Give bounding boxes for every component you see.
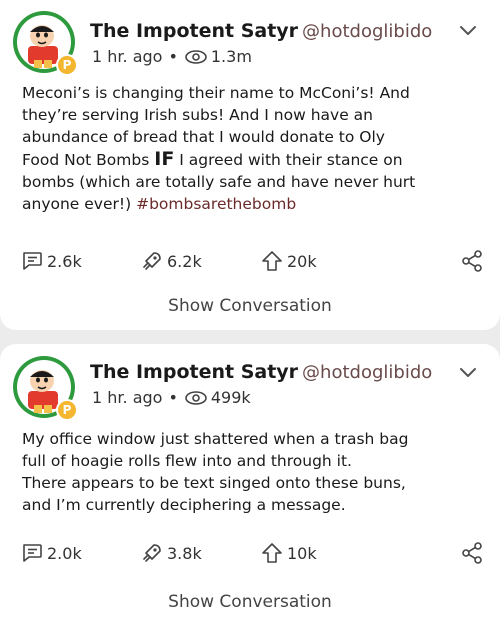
body-line: There appears to be text singed onto the… xyxy=(22,474,406,492)
show-conversation-link[interactable]: Show Conversation xyxy=(0,592,500,612)
view-count: 499k xyxy=(210,388,251,407)
body-line: abundance of bread that I would donate t… xyxy=(22,128,385,146)
up-arrow-icon xyxy=(262,251,282,271)
repost-button[interactable]: 6.2k xyxy=(140,247,202,275)
premium-badge-icon: P xyxy=(56,399,78,421)
speech-bubble-icon xyxy=(23,252,42,270)
post-card[interactable]: P The Impotent Satyr @hotdoglibido 1 hr. … xyxy=(0,0,500,330)
share-icon xyxy=(462,542,482,564)
repost-count: 6.2k xyxy=(167,251,202,271)
like-count: 20k xyxy=(287,251,317,271)
post-time: 1 hr. ago xyxy=(92,388,163,407)
action-bar: 2.6k 6.2k 20k xyxy=(0,247,500,275)
body-line: they’re serving Irish subs! And I now ha… xyxy=(22,106,373,124)
like-button[interactable]: 10k xyxy=(260,539,317,567)
rocket-icon xyxy=(143,544,161,562)
like-button[interactable]: 20k xyxy=(260,247,317,275)
view-count: 1.3m xyxy=(210,47,252,66)
body-line: Food Not Bombs xyxy=(22,151,150,169)
post-meta: 1 hr. ago • 499k xyxy=(92,387,251,409)
author-name[interactable]: The Impotent Satyr xyxy=(90,361,298,383)
up-arrow-icon xyxy=(262,543,282,563)
hashtag-link[interactable]: #bombsarethebomb xyxy=(136,195,296,213)
author-row[interactable]: The Impotent Satyr @hotdoglibido xyxy=(90,360,432,385)
chevron-down-icon[interactable] xyxy=(458,24,478,38)
avatar[interactable]: P xyxy=(12,10,78,76)
author-name[interactable]: The Impotent Satyr xyxy=(90,20,298,42)
emphasis-text: IF xyxy=(154,148,175,170)
comment-count: 2.0k xyxy=(47,543,82,563)
post-body: My office window just shattered when a t… xyxy=(22,428,472,516)
author-handle[interactable]: @hotdoglibido xyxy=(302,21,432,42)
premium-badge-icon: P xyxy=(56,54,78,76)
share-button[interactable] xyxy=(460,539,487,567)
chevron-down-icon[interactable] xyxy=(458,366,478,380)
body-line: and I’m currently deciphering a message. xyxy=(22,496,346,514)
action-bar: 2.0k 3.8k 10k xyxy=(0,539,500,567)
comment-button[interactable]: 2.0k xyxy=(20,539,82,567)
share-button[interactable] xyxy=(460,247,487,275)
author-row[interactable]: The Impotent Satyr @hotdoglibido xyxy=(90,19,432,44)
eye-icon xyxy=(185,50,207,64)
body-line: I agreed with their stance on xyxy=(179,151,403,169)
post-body: Meconi’s is changing their name to McCon… xyxy=(22,82,472,215)
comment-count: 2.6k xyxy=(47,251,82,271)
repost-count: 3.8k xyxy=(167,543,202,563)
share-icon xyxy=(462,250,482,272)
author-handle[interactable]: @hotdoglibido xyxy=(302,362,432,383)
feed: P The Impotent Satyr @hotdoglibido 1 hr. … xyxy=(0,0,500,626)
rocket-icon xyxy=(143,252,161,270)
comment-button[interactable]: 2.6k xyxy=(20,247,82,275)
post-time: 1 hr. ago xyxy=(92,47,163,66)
show-conversation-link[interactable]: Show Conversation xyxy=(0,296,500,316)
post-card[interactable]: P The Impotent Satyr @hotdoglibido 1 hr. … xyxy=(0,344,500,626)
body-line: full of hoagie rolls flew into and throu… xyxy=(22,452,352,470)
body-line: bombs (which are totally safe and have n… xyxy=(22,173,416,191)
eye-icon xyxy=(185,391,207,405)
meta-separator: • xyxy=(168,388,178,407)
post-meta: 1 hr. ago • 1.3m xyxy=(92,46,252,68)
repost-button[interactable]: 3.8k xyxy=(140,539,202,567)
body-line: Meconi’s is changing their name to McCon… xyxy=(22,84,410,102)
body-line: anyone ever!) xyxy=(22,195,132,213)
meta-separator: • xyxy=(168,47,178,66)
speech-bubble-icon xyxy=(23,544,42,562)
like-count: 10k xyxy=(287,543,317,563)
body-line: My office window just shattered when a t… xyxy=(22,430,409,448)
avatar[interactable]: P xyxy=(12,355,78,421)
